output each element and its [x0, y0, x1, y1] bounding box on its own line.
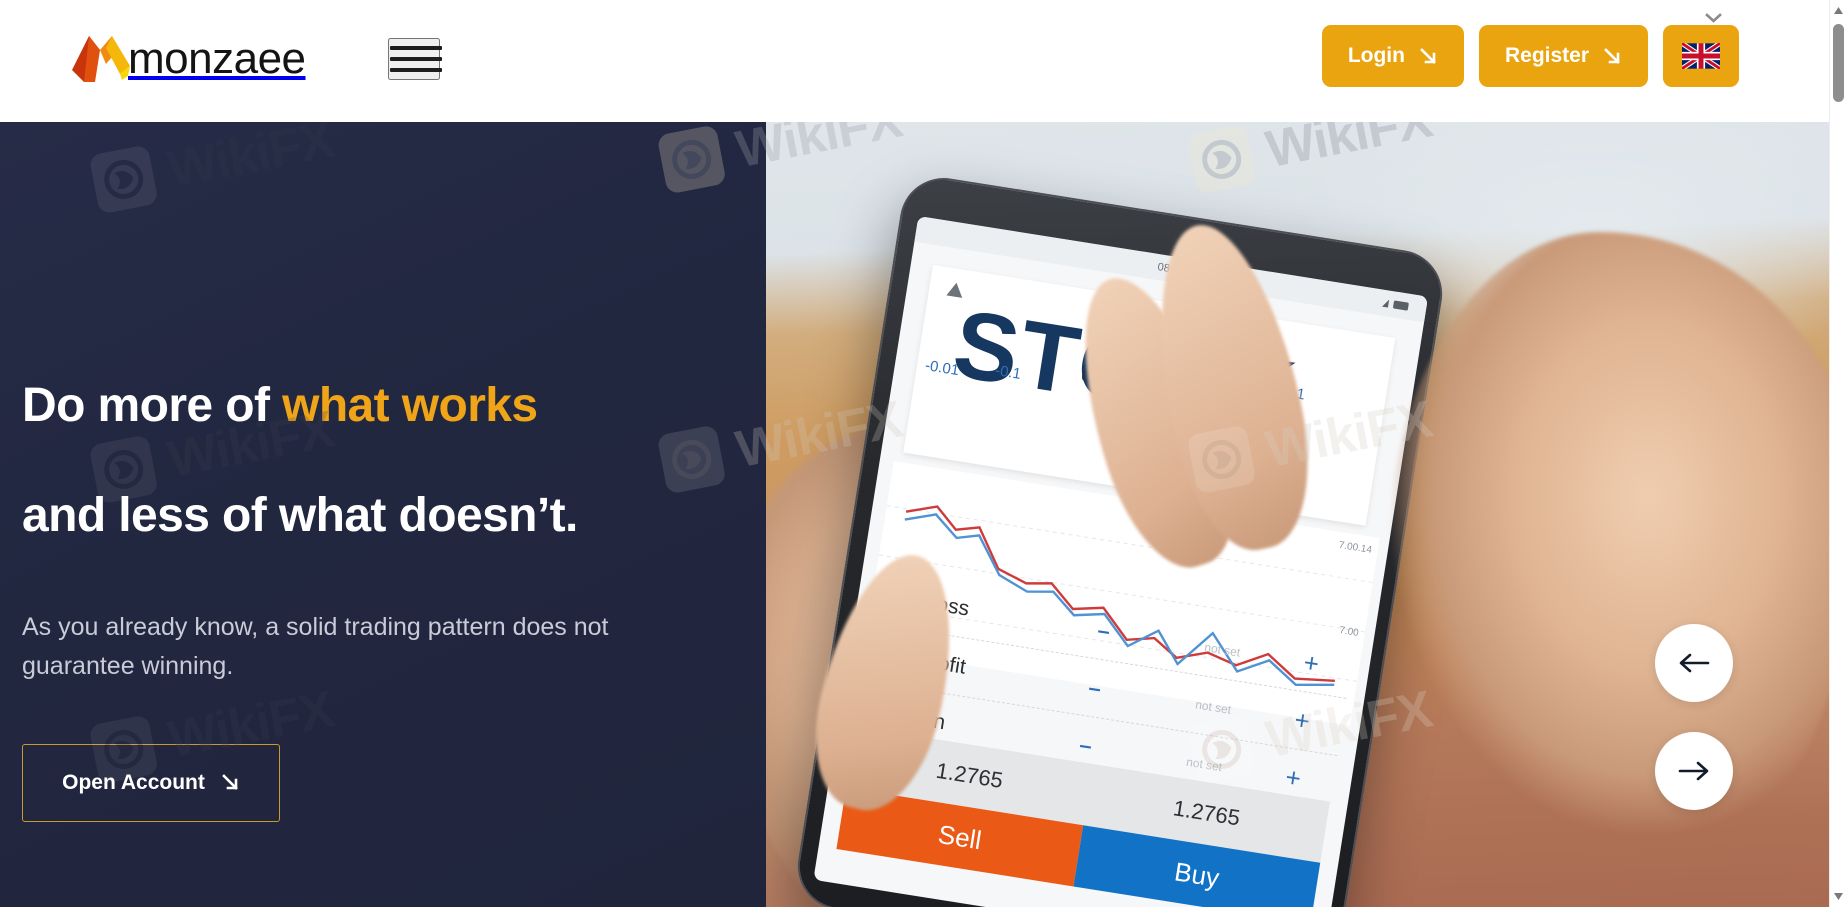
- register-button-label: Register: [1504, 44, 1589, 67]
- header-actions: Login Register: [1321, 25, 1739, 87]
- arrow-right-icon: [1678, 761, 1709, 781]
- arrow-down-right-icon: [222, 774, 238, 790]
- open-account-label: Open Account: [62, 770, 205, 794]
- brand-name: monzaee: [128, 34, 306, 83]
- plus-icon[interactable]: +: [1279, 643, 1343, 683]
- hero-copy: Do more of what works and less of what d…: [22, 382, 782, 822]
- browser-scrollbar[interactable]: [1829, 0, 1846, 907]
- hamburger-menu-icon[interactable]: [388, 38, 442, 80]
- scrollbar-thumb[interactable]: [1833, 24, 1844, 102]
- battery-signal-icon: [1381, 299, 1409, 311]
- carousel-next-button[interactable]: [1655, 732, 1733, 810]
- hero-headline-accent: what works: [282, 379, 538, 432]
- arrow-down-right-icon: [1420, 47, 1436, 64]
- hero-headline-line2: and less of what doesn’t.: [22, 489, 578, 542]
- minus-icon[interactable]: –: [1034, 666, 1157, 710]
- hero-headline-line1: Do more of what works: [22, 382, 782, 430]
- plus-icon[interactable]: +: [1270, 701, 1334, 741]
- minus-icon[interactable]: –: [1043, 608, 1166, 652]
- page-root: monzaee Login Register 7.00.14 7.00 -0.0…: [0, 0, 1846, 907]
- chevron-down-icon[interactable]: [1705, 12, 1722, 24]
- trade-row-value: not set: [1203, 639, 1242, 660]
- brand-logo-link[interactable]: monzaee: [72, 28, 306, 90]
- hamburger-bar: [390, 46, 442, 50]
- hero-section: 08:01 STOCK: [0, 122, 1829, 907]
- login-button-label: Login: [1347, 44, 1405, 67]
- open-account-button[interactable]: Open Account: [22, 743, 280, 822]
- language-selector-button[interactable]: [1663, 25, 1739, 87]
- trade-row-value: not set: [1194, 696, 1233, 717]
- carousel-prev-button[interactable]: [1655, 624, 1733, 702]
- united-kingdom-flag-icon: [1682, 43, 1720, 69]
- register-button[interactable]: Register: [1478, 25, 1648, 87]
- hero-subcopy: As you already know, a solid trading pat…: [22, 613, 609, 680]
- hamburger-bar: [390, 68, 442, 72]
- site-header: monzaee Login Register: [0, 0, 1829, 122]
- axis-value-1: -0.1: [993, 362, 1023, 383]
- scroll-down-arrow-icon[interactable]: [1830, 888, 1846, 905]
- hero-headline-prefix: Do more of: [22, 379, 283, 432]
- login-button[interactable]: Login: [1321, 25, 1464, 87]
- scroll-up-arrow-icon[interactable]: [1830, 2, 1846, 19]
- arrow-left-icon: [1679, 653, 1710, 673]
- monzaee-m-logo-icon: [72, 36, 130, 82]
- axis-value-0: -0.01: [923, 356, 961, 380]
- arrow-down-right-icon: [1604, 47, 1620, 64]
- hamburger-bar: [390, 57, 442, 61]
